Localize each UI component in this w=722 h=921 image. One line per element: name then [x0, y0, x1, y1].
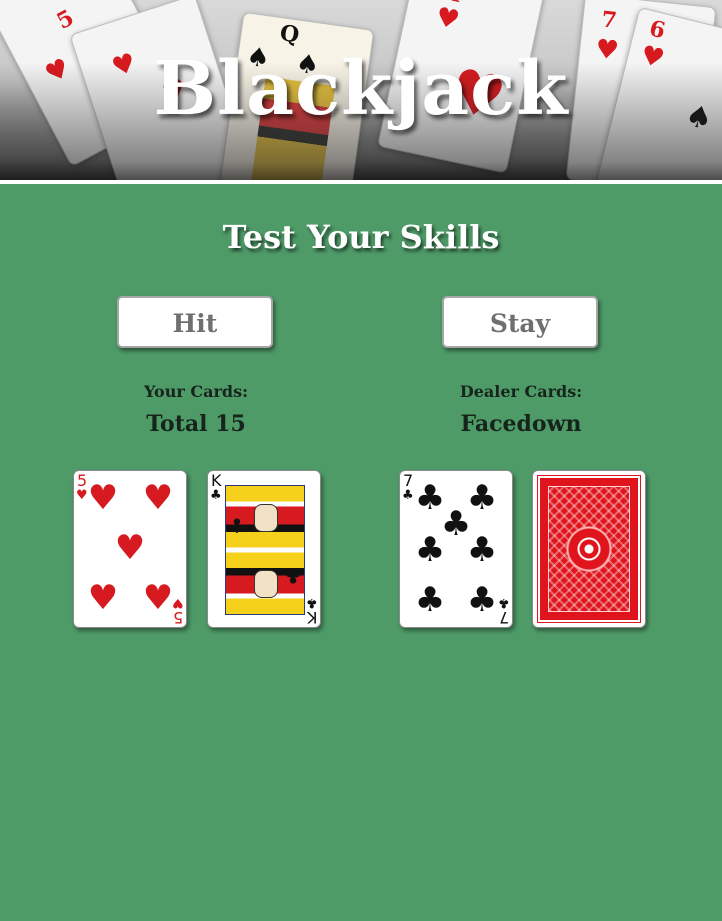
dealer-card-1: 7 ♣ ♣ ♣ ♣ ♣ ♣ ♣ ♣ ♣ 7 [399, 470, 513, 628]
dealer-cards-label: Dealer Cards: [459, 382, 583, 401]
club-icon: ♣ [284, 564, 302, 588]
club-icon: ♣ [466, 580, 498, 620]
heart-icon: ♥ [142, 578, 174, 618]
card-rank: 5 [172, 608, 183, 627]
player-card-1: 5 ♥ ♥ ♥ ♥ ♥ ♥ ♥ 5 [73, 470, 187, 628]
king-court-art: ♣ ♣ [225, 485, 305, 615]
page-title: Blackjack [153, 46, 569, 132]
heart-icon: ♥ [114, 528, 146, 568]
club-icon: ♣ [210, 488, 222, 503]
club-icon: ♣ [466, 530, 498, 570]
heart-icon: ♥ [87, 578, 119, 618]
card-back-pattern [537, 475, 641, 623]
player-card-2: K ♣ ♣ ♣ ♣ K [207, 470, 321, 628]
player-cards-label: Your Cards: [144, 382, 248, 401]
player-total: Total 15 [146, 411, 246, 437]
header-banner: 5 ♥ ♥ ♥ ♥ Q ♠ ♠ A ♥ ♥ 7 ♥ 6 ♥ ♠ Blackjac… [0, 0, 722, 180]
card-rank: 7 [498, 608, 509, 627]
hit-button[interactable]: Hit [117, 296, 273, 348]
king-face [254, 570, 278, 598]
card-back-ornament [548, 486, 630, 612]
heart-icon: ♥ [87, 478, 119, 518]
club-icon: ♣ [414, 580, 446, 620]
header-divider [0, 180, 722, 184]
dealer-card-2-facedown [532, 470, 646, 628]
section-subtitle: Test Your Skills [222, 218, 500, 256]
club-icon: ♣ [414, 530, 446, 570]
club-icon: ♣ [228, 514, 246, 538]
card-rank: K [306, 608, 318, 627]
card-rank: 7 [403, 471, 414, 490]
club-icon: ♣ [402, 488, 414, 503]
stay-button[interactable]: Stay [442, 296, 598, 348]
dealer-status: Facedown [460, 411, 582, 437]
king-face [254, 504, 278, 532]
card-rank: K [211, 471, 222, 490]
heart-icon: ♥ [142, 478, 174, 518]
